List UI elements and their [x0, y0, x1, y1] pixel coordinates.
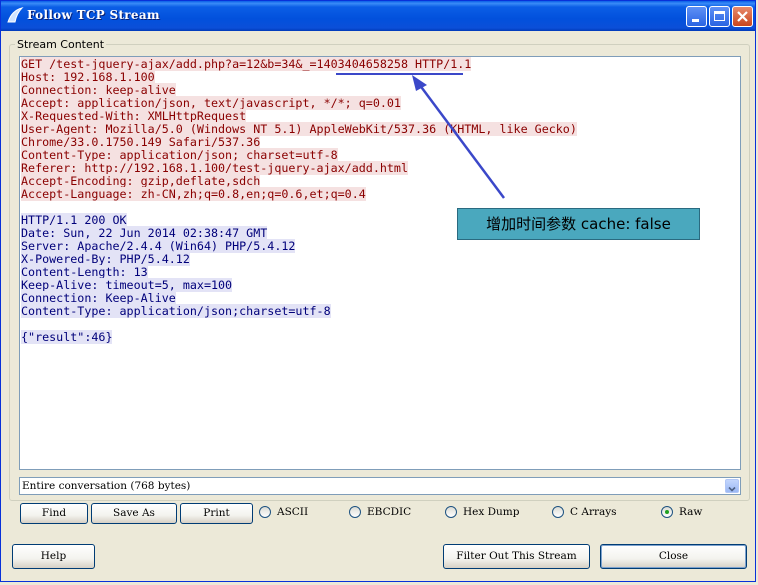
request-line-text: GET /test-jquery-ajax/add.php?a=12&b=34&…: [21, 57, 472, 71]
conversation-select-value: Entire conversation (768 bytes): [22, 480, 191, 492]
close-window-button[interactable]: [732, 6, 753, 27]
window-title: Follow TCP Stream: [27, 8, 160, 22]
response-line: Content-Type: application/json;charset=u…: [21, 304, 577, 318]
stream-content-label: Stream Content: [15, 38, 107, 51]
response-line-text: HTTP/1.1 200 OK: [21, 213, 127, 227]
title-bar[interactable]: Follow TCP Stream: [1, 1, 755, 31]
request-line-text: Accept: application/json, text/javascrip…: [21, 96, 401, 110]
request-line-text: X-Requested-With: XMLHttpRequest: [21, 109, 247, 123]
request-line-text: Referer: http://192.168.1.100/test-jquer…: [21, 161, 409, 175]
close-icon: [737, 11, 748, 22]
request-line-text: Host: 192.168.1.100: [21, 70, 155, 84]
request-line-text: User-Agent: Mozilla/5.0 (Windows NT 5.1)…: [21, 122, 577, 136]
chevron-down-icon: [728, 486, 736, 492]
request-line: Accept-Language: zh-CN,zh;q=0.8,en;q=0.6…: [21, 187, 577, 201]
stream-text-area[interactable]: GET /test-jquery-ajax/add.php?a=12&b=34&…: [19, 56, 741, 470]
response-line-text: X-Powered-By: PHP/5.4.12: [21, 252, 190, 266]
save-as-button[interactable]: Save As: [91, 503, 177, 524]
response-line-text: Date: Sun, 22 Jun 2014 02:38:47 GMT: [21, 226, 268, 240]
help-button[interactable]: Help: [12, 544, 95, 569]
radio-hex-dump-dot[interactable]: [445, 506, 457, 518]
radio-raw-label: Raw: [679, 506, 703, 518]
minimize-icon: [692, 19, 699, 22]
maximize-icon: [714, 11, 725, 21]
stream-lines: GET /test-jquery-ajax/add.php?a=12&b=34&…: [21, 57, 577, 344]
minimize-button[interactable]: [686, 6, 707, 27]
filter-out-stream-button[interactable]: Filter Out This Stream: [443, 544, 590, 569]
request-line-text: Chrome/33.0.1750.149 Safari/537.36: [21, 135, 261, 149]
response-line-text: Connection: Keep-Alive: [21, 291, 176, 305]
radio-hex-dump-label: Hex Dump: [463, 506, 520, 518]
close-button[interactable]: Close: [600, 544, 747, 569]
response-line-text: Server: Apache/2.4.4 (Win64) PHP/5.4.12: [21, 239, 296, 253]
body-line: {"result":46}: [21, 330, 577, 344]
radio-ascii-label: ASCII: [277, 506, 309, 518]
radio-c-arrays-label: C Arrays: [570, 506, 617, 518]
find-button[interactable]: Find: [20, 503, 88, 524]
response-line-text: Content-Type: application/json;charset=u…: [21, 304, 331, 318]
annotation-callout: 增加时间参数 cache: false: [457, 208, 700, 240]
radio-raw-dot[interactable]: [661, 506, 673, 518]
follow-tcp-stream-window: Follow TCP Stream Stream Content GET /te…: [0, 0, 756, 582]
radio-c-arrays-dot[interactable]: [552, 506, 564, 518]
request-line-text: Content-Type: application/json; charset=…: [21, 148, 338, 162]
conversation-select[interactable]: Entire conversation (768 bytes): [19, 477, 741, 495]
dropdown-button[interactable]: [725, 479, 739, 493]
radio-ebcdic-label: EBCDIC: [367, 506, 412, 518]
request-line-text: Accept-Encoding: gzip,deflate,sdch: [21, 174, 261, 188]
wireshark-fin-icon: [7, 7, 24, 23]
request-line-text: Connection: keep-alive: [21, 83, 176, 97]
body-line-text: {"result":46}: [21, 330, 113, 344]
response-line-text: Keep-Alive: timeout=5, max=100: [21, 278, 233, 292]
maximize-button[interactable]: [709, 6, 730, 27]
request-line-text: Accept-Language: zh-CN,zh;q=0.8,en;q=0.6…: [21, 187, 366, 201]
print-button[interactable]: Print: [180, 503, 253, 524]
response-line-text: Content-Length: 13: [21, 265, 148, 279]
radio-ebcdic-dot[interactable]: [349, 506, 361, 518]
radio-ascii-dot[interactable]: [259, 506, 271, 518]
timestamp-underline: [336, 73, 463, 75]
